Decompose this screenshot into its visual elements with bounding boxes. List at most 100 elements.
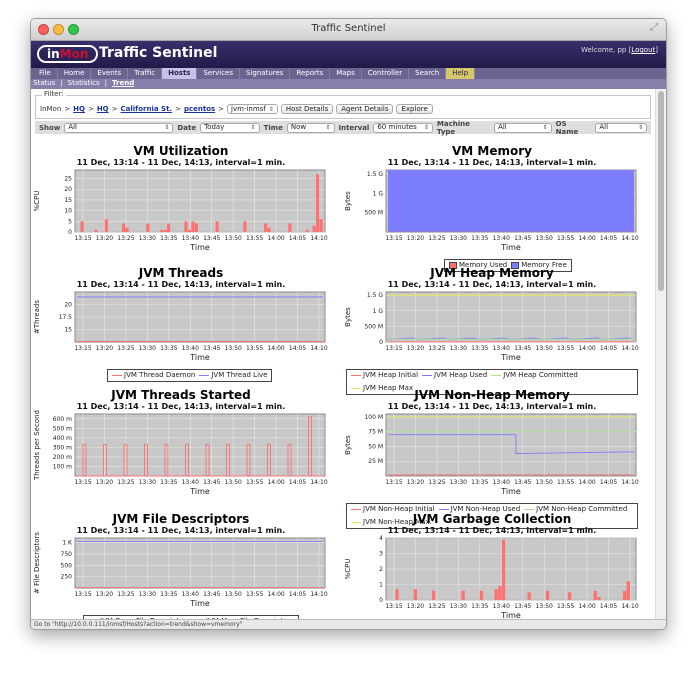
breadcrumb-item[interactable]: pcentos [184, 105, 215, 113]
chart-legend: JVM Thread Daemon JVM Thread Live [107, 369, 273, 382]
x-tick-label: 13:55 [557, 603, 574, 610]
x-axis-label: Time [189, 487, 210, 496]
inmon-logo[interactable]: inMon [37, 45, 99, 63]
bar [312, 225, 316, 232]
filter-select-machine-type[interactable]: All ⇕ [494, 122, 552, 133]
nav-help[interactable]: Help [446, 68, 476, 79]
y-tick-label: 17.5 [59, 314, 73, 321]
chart-title: JVM Non-Heap Memory [414, 388, 570, 402]
logout-link[interactable]: Logout [631, 46, 655, 54]
breadcrumb-item[interactable]: HQ [73, 105, 85, 113]
x-tick-label: 14:10 [310, 479, 327, 486]
y-tick-label: 2 [379, 566, 383, 573]
y-tick-label: 100 m [53, 463, 72, 470]
y-tick-label: 1 [379, 582, 383, 589]
bar [622, 590, 627, 600]
explore-button[interactable]: Explore [396, 104, 433, 114]
filter-select-time[interactable]: Now ⇕ [286, 122, 335, 133]
fullscreen-icon[interactable]: ⤢ [650, 22, 658, 33]
x-tick-label: 13:20 [407, 479, 424, 486]
chart-title: JVM Threads Started [111, 388, 251, 402]
y-tick-label: 15 [64, 197, 72, 204]
breadcrumb-separator: > [175, 105, 181, 113]
legend-swatch [351, 374, 361, 376]
scrollbar-thumb[interactable] [658, 91, 664, 291]
x-tick-label: 13:40 [182, 591, 199, 598]
x-tick-label: 14:05 [600, 479, 617, 486]
nav-home[interactable]: Home [58, 68, 92, 79]
x-tick-label: 14:05 [600, 235, 617, 242]
y-tick-label: 600 m [53, 416, 72, 423]
agent-details-button[interactable]: Agent Details [336, 104, 394, 114]
nav-maps[interactable]: Maps [330, 68, 362, 79]
x-tick-label: 13:25 [428, 235, 445, 242]
x-tick-label: 13:45 [514, 235, 531, 242]
host-details-button[interactable]: Host Details [280, 104, 334, 114]
app-header: inMon Traffic Sentinel Welcome, pp [Logo… [31, 41, 666, 68]
bar [494, 589, 498, 600]
x-tick-label: 13:15 [74, 479, 91, 486]
nav-events[interactable]: Events [91, 68, 129, 79]
breadcrumb-item[interactable]: HQ [97, 105, 109, 113]
bar [94, 229, 98, 232]
x-tick-label: 13:30 [139, 591, 156, 598]
filter-select-date[interactable]: Today ⇕ [200, 122, 260, 133]
chart-grid: VM Utilization 11 Dec, 13:14 - 11 Dec, 14… [31, 135, 655, 619]
bar [243, 221, 247, 232]
nav-file[interactable]: File [33, 68, 58, 79]
nav-services[interactable]: Services [197, 68, 241, 79]
select-value: Today [204, 123, 225, 131]
y-tick-label: 1 G [373, 190, 384, 197]
nav-controller[interactable]: Controller [362, 68, 410, 79]
subnav-trend[interactable]: Trend [112, 79, 134, 89]
breadcrumb-item[interactable]: California St. [121, 105, 173, 113]
breadcrumb: InMon > HQ > HQ > California St. > pcentos > jvm-i… [40, 104, 646, 114]
x-tick-label: 13:30 [139, 479, 156, 486]
x-tick-label: 13:20 [96, 479, 113, 486]
subnav-status[interactable]: Status [33, 79, 55, 89]
legend-swatch [438, 508, 449, 510]
x-tick-label: 13:40 [493, 479, 510, 486]
chart-plot: 0 500 M 1 G 1.5 G 13:15 13:20 13:25 13:30 13:35 1… [344, 291, 639, 362]
chart-jvm-heap-memory: JVM Heap Memory 11 Dec, 13:14 - 11 Dec, 1… [342, 267, 642, 395]
subnav-separator: | [104, 79, 108, 87]
bar [163, 229, 167, 232]
host-select[interactable]: jvm-inmsf ⇕ [227, 104, 278, 114]
y-tick-label: 3 [379, 551, 383, 558]
y-tick-label: 25 M [368, 458, 383, 465]
bar [194, 223, 198, 232]
nav-signatures[interactable]: Signatures [240, 68, 291, 79]
filter-select-interval[interactable]: 60 minutes ⇕ [373, 122, 433, 133]
chart-subtitle: 11 Dec, 13:14 - 11 Dec, 14:13, interval=… [387, 158, 597, 167]
x-tick-label: 14:10 [621, 603, 638, 610]
x-tick-label: 13:45 [203, 591, 220, 598]
x-tick-label: 13:35 [160, 235, 177, 242]
nav-hosts[interactable]: Hosts [162, 68, 198, 79]
bar [527, 592, 531, 600]
bar [461, 590, 465, 600]
y-tick-label: 500 m [53, 425, 72, 432]
filter-bar: Show All ⇕ Date Today ⇕ Time Now ⇕ Interval 60 min… [35, 120, 651, 136]
scrollbar[interactable] [655, 89, 666, 619]
chart-jvm-file-descriptors: JVM File Descriptors 11 Dec, 13:14 - 11 D… [31, 513, 331, 619]
x-tick-label: 13:50 [536, 603, 553, 610]
x-tick-label: 13:15 [385, 479, 402, 486]
x-tick-label: 13:45 [203, 345, 220, 352]
x-tick-label: 13:25 [117, 235, 134, 242]
bar [80, 221, 84, 232]
nav-traffic[interactable]: Traffic [128, 68, 163, 79]
x-tick-label: 13:50 [225, 345, 242, 352]
y-tick-label: 200 m [53, 454, 72, 461]
legend-swatch [112, 374, 122, 376]
filter-select-show[interactable]: All ⇕ [64, 122, 174, 133]
chart-title: JVM Garbage Collection [412, 512, 572, 526]
nav-reports[interactable]: Reports [290, 68, 331, 79]
bar [479, 590, 484, 600]
select-value: 60 minutes [377, 123, 417, 131]
filter-select-os-name[interactable]: All ⇕ [595, 122, 647, 133]
subnav-statistics[interactable]: Statistics [68, 79, 100, 89]
x-tick-label: 13:55 [246, 345, 263, 352]
x-tick-label: 13:45 [203, 235, 220, 242]
bar [626, 581, 630, 600]
nav-search[interactable]: Search [409, 68, 447, 79]
